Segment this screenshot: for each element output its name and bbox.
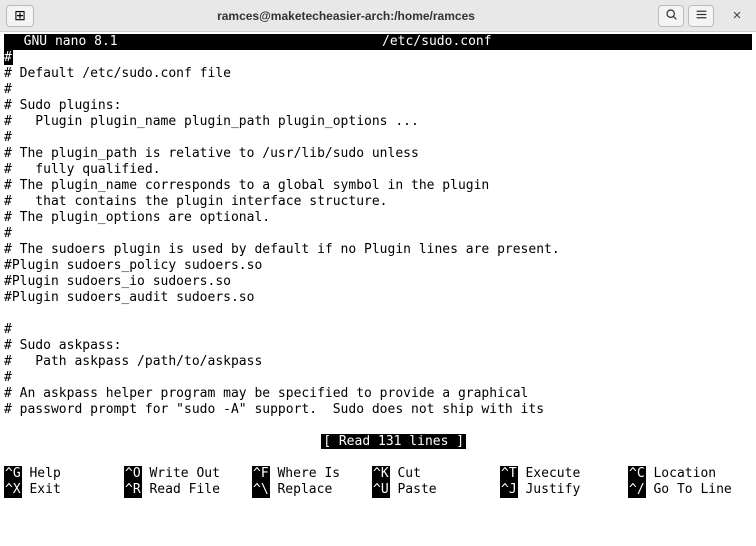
titlebar-controls: × bbox=[658, 5, 750, 27]
file-line: # The plugin_options are optional. bbox=[4, 210, 752, 226]
shortcut-key: ^\ bbox=[252, 482, 270, 498]
file-line: # The plugin_path is relative to /usr/li… bbox=[4, 146, 752, 162]
shortcut-key: ^O bbox=[124, 466, 142, 482]
shortcut-key: ^G bbox=[4, 466, 22, 482]
window-titlebar: ⊞ ramces@maketecheasier-arch:/home/ramce… bbox=[0, 0, 756, 32]
shortcut-cell: ^/ Go To Line bbox=[628, 482, 752, 498]
shortcut-label: Exit bbox=[22, 482, 61, 498]
file-line: # bbox=[4, 82, 752, 98]
menu-button[interactable] bbox=[688, 5, 714, 27]
nano-header: GNU nano 8.1 /etc/sudo.conf bbox=[4, 34, 752, 50]
search-icon bbox=[665, 8, 678, 24]
file-line: # Default /etc/sudo.conf file bbox=[4, 66, 752, 82]
file-line: # The plugin_name corresponds to a globa… bbox=[4, 178, 752, 194]
plus-icon: ⊞ bbox=[14, 7, 26, 24]
shortcut-bar: ^G Help^O Write Out^F Where Is^K Cut^T E… bbox=[4, 466, 752, 498]
shortcut-cell: ^J Justify bbox=[500, 482, 628, 498]
shortcut-label: Read File bbox=[142, 482, 220, 498]
shortcut-label: Replace bbox=[270, 482, 333, 498]
file-line: # Plugin plugin_name plugin_path plugin_… bbox=[4, 114, 752, 130]
search-button[interactable] bbox=[658, 5, 684, 27]
file-line: #Plugin sudoers_policy sudoers.so bbox=[4, 258, 752, 274]
shortcut-cell: ^U Paste bbox=[372, 482, 500, 498]
close-icon: × bbox=[733, 7, 742, 24]
shortcut-cell: ^K Cut bbox=[372, 466, 500, 482]
shortcut-key: ^C bbox=[628, 466, 646, 482]
file-line: # Sudo plugins: bbox=[4, 98, 752, 114]
new-tab-button[interactable]: ⊞ bbox=[6, 5, 34, 27]
shortcut-label: Go To Line bbox=[646, 482, 732, 498]
file-line: # Path askpass /path/to/askpass bbox=[4, 354, 752, 370]
file-line: # bbox=[4, 370, 752, 386]
file-line: # bbox=[4, 226, 752, 242]
shortcut-key: ^T bbox=[500, 466, 518, 482]
file-content: ## Default /etc/sudo.conf file## Sudo pl… bbox=[4, 50, 752, 418]
status-message: [ Read 131 lines ] bbox=[321, 434, 466, 449]
shortcut-label: Execute bbox=[518, 466, 581, 482]
shortcut-key: ^K bbox=[372, 466, 390, 482]
shortcut-label: Where Is bbox=[270, 466, 340, 482]
file-line: #Plugin sudoers_io sudoers.so bbox=[4, 274, 752, 290]
shortcut-label: Write Out bbox=[142, 466, 220, 482]
shortcut-label: Cut bbox=[390, 466, 421, 482]
shortcut-cell: ^\ Replace bbox=[252, 482, 372, 498]
shortcut-key: ^R bbox=[124, 482, 142, 498]
shortcut-cell: ^R Read File bbox=[124, 482, 252, 498]
file-line: # fully qualified. bbox=[4, 162, 752, 178]
editor-name: GNU nano 8.1 bbox=[4, 34, 122, 50]
terminal-area[interactable]: GNU nano 8.1 /etc/sudo.conf ## Default /… bbox=[0, 32, 756, 498]
close-button[interactable]: × bbox=[724, 5, 750, 27]
file-line: # bbox=[4, 130, 752, 146]
shortcut-cell: ^T Execute bbox=[500, 466, 628, 482]
file-line bbox=[4, 306, 752, 322]
file-line: # bbox=[4, 50, 752, 66]
shortcut-cell: ^G Help bbox=[4, 466, 124, 482]
file-line: # bbox=[4, 322, 752, 338]
cursor: # bbox=[4, 50, 13, 65]
file-line: # An askpass helper program may be speci… bbox=[4, 386, 752, 402]
shortcut-key: ^F bbox=[252, 466, 270, 482]
file-path: /etc/sudo.conf bbox=[378, 34, 496, 50]
shortcut-key: ^/ bbox=[628, 482, 646, 498]
shortcut-cell: ^O Write Out bbox=[124, 466, 252, 482]
file-line: # The sudoers plugin is used by default … bbox=[4, 242, 752, 258]
shortcut-key: ^U bbox=[372, 482, 390, 498]
status-row: [ Read 131 lines ] bbox=[4, 418, 752, 466]
file-line: # Sudo askpass: bbox=[4, 338, 752, 354]
file-line: #Plugin sudoers_audit sudoers.so bbox=[4, 290, 752, 306]
shortcut-label: Location bbox=[646, 466, 716, 482]
shortcut-cell: ^C Location bbox=[628, 466, 752, 482]
file-line: # that contains the plugin interface str… bbox=[4, 194, 752, 210]
shortcut-label: Paste bbox=[390, 482, 437, 498]
shortcut-cell: ^X Exit bbox=[4, 482, 124, 498]
shortcut-label: Justify bbox=[518, 482, 581, 498]
shortcut-label: Help bbox=[22, 466, 61, 482]
shortcut-key: ^X bbox=[4, 482, 22, 498]
window-title: ramces@maketecheasier-arch:/home/ramces bbox=[34, 9, 658, 23]
hamburger-icon bbox=[695, 8, 708, 24]
shortcut-cell: ^F Where Is bbox=[252, 466, 372, 482]
file-line: # password prompt for "sudo -A" support.… bbox=[4, 402, 752, 418]
shortcut-key: ^J bbox=[500, 482, 518, 498]
